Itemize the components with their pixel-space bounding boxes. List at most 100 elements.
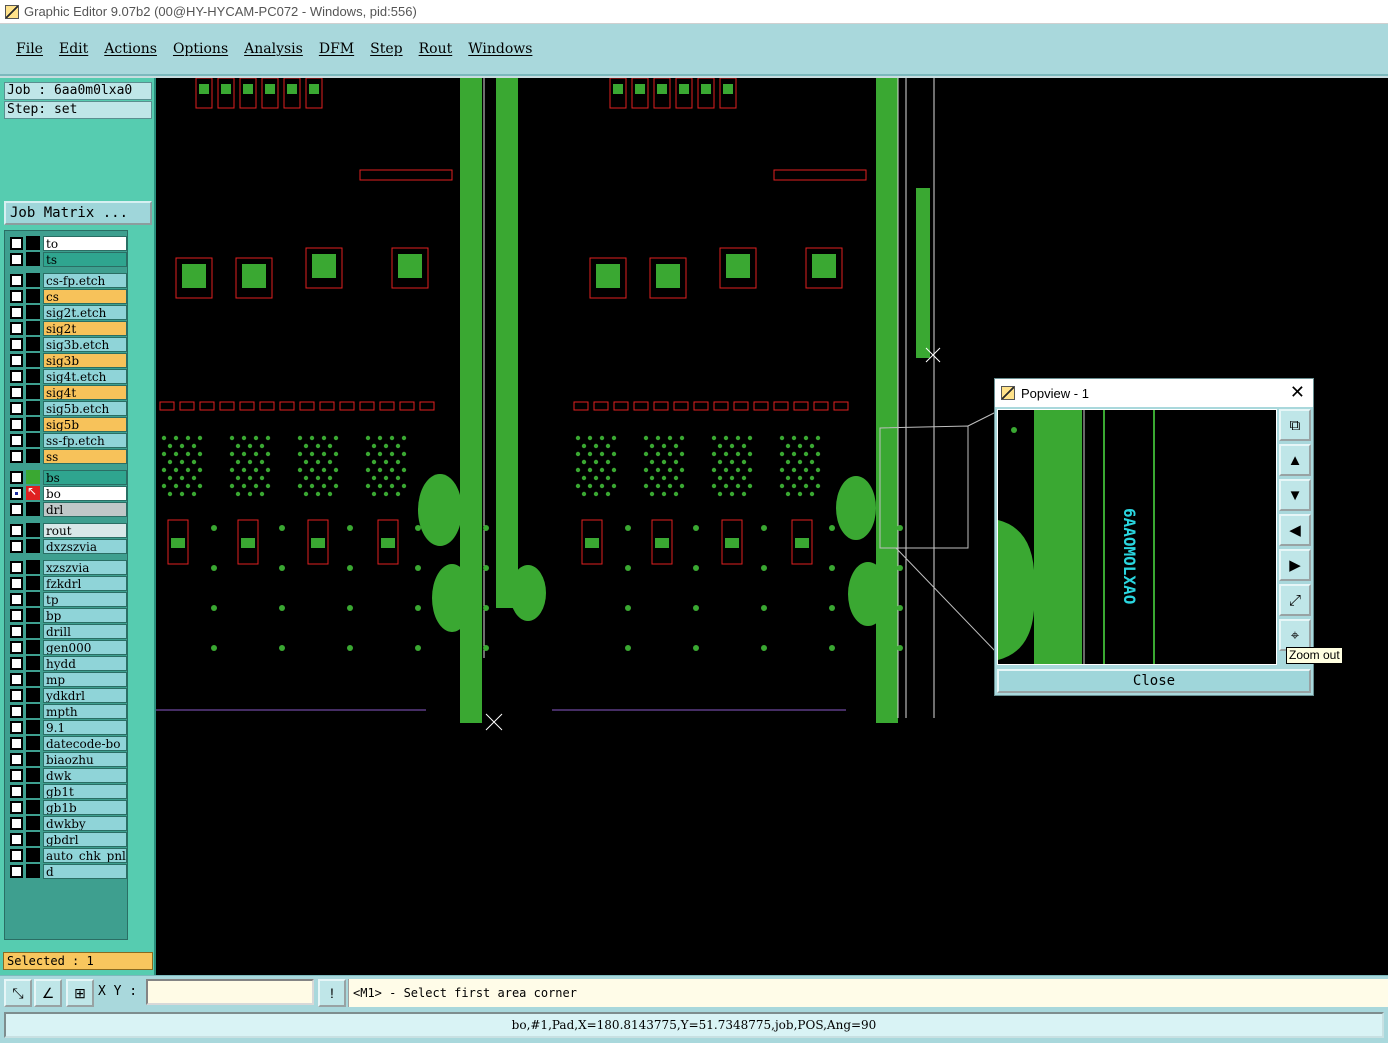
layer-checkbox[interactable] <box>10 656 23 670</box>
layer-checkbox[interactable] <box>10 848 23 862</box>
layer-row-gb1t[interactable]: gb1t <box>7 783 127 799</box>
menu-windows[interactable]: Windows <box>468 41 532 57</box>
layer-row-cs-fp-etch[interactable]: cs-fp.etch <box>7 272 127 288</box>
layer-name[interactable]: rout <box>43 522 127 538</box>
layer-checkbox[interactable] <box>10 539 23 553</box>
layer-checkbox[interactable] <box>10 252 23 266</box>
layer-name[interactable]: cs-fp.etch <box>43 272 127 288</box>
layer-row-to[interactable]: to <box>7 235 127 251</box>
layer-color-swatch[interactable] <box>26 576 40 590</box>
layer-color-swatch[interactable] <box>26 624 40 638</box>
layer-name[interactable]: sig5b.etch <box>43 400 127 416</box>
layer-row-bp[interactable]: bp <box>7 607 127 623</box>
layer-color-swatch[interactable] <box>26 672 40 686</box>
layer-row-auto-chk-pnl[interactable]: auto_chk_pnl <box>7 847 127 863</box>
popview-canvas[interactable]: 6AAOMOLXAO <box>997 409 1277 665</box>
layer-row-cs[interactable]: cs <box>7 288 127 304</box>
xy-input[interactable] <box>146 979 314 1005</box>
layer-checkbox[interactable] <box>10 688 23 702</box>
layer-checkbox[interactable] <box>10 720 23 734</box>
layer-color-swatch[interactable] <box>26 848 40 862</box>
pan-right-icon[interactable]: ▶ <box>1279 549 1311 581</box>
layer-checkbox[interactable] <box>10 401 23 415</box>
layer-color-swatch[interactable] <box>26 816 40 830</box>
layer-checkbox[interactable] <box>10 273 23 287</box>
layer-row-drl[interactable]: drl <box>7 501 127 517</box>
layer-checkbox[interactable] <box>10 486 23 500</box>
layer-checkbox[interactable] <box>10 816 23 830</box>
layer-checkbox[interactable] <box>10 752 23 766</box>
layer-name[interactable]: cs <box>43 288 127 304</box>
layer-color-swatch[interactable] <box>26 470 40 484</box>
layer-color-swatch[interactable] <box>26 401 40 415</box>
layer-name[interactable]: drl <box>43 501 127 517</box>
layer-name[interactable]: dxzszvia <box>43 538 127 554</box>
pan-down-icon[interactable]: ▼ <box>1279 479 1311 511</box>
layer-color-swatch[interactable] <box>26 417 40 431</box>
layer-name[interactable]: ss <box>43 448 127 464</box>
layer-checkbox[interactable] <box>10 305 23 319</box>
layer-color-swatch[interactable] <box>26 832 40 846</box>
layer-name[interactable]: sig5b <box>43 416 127 432</box>
layer-row-sig4t-etch[interactable]: sig4t.etch <box>7 368 127 384</box>
layer-checkbox[interactable] <box>10 704 23 718</box>
layer-name[interactable]: hydd <box>43 655 127 671</box>
layer-row-sig5b-etch[interactable]: sig5b.etch <box>7 400 127 416</box>
layer-checkbox[interactable] <box>10 449 23 463</box>
zoom-in-icon[interactable]: ⧉ <box>1279 409 1311 441</box>
layer-row-ss-fp-etch[interactable]: ss-fp.etch <box>7 432 127 448</box>
layer-row-sig2t-etch[interactable]: sig2t.etch <box>7 304 127 320</box>
layer-name[interactable]: bp <box>43 607 127 623</box>
layer-row-tp[interactable]: tp <box>7 591 127 607</box>
layer-name[interactable]: sig2t.etch <box>43 304 127 320</box>
layer-checkbox[interactable] <box>10 608 23 622</box>
layer-row-rout[interactable]: rout <box>7 522 127 538</box>
menu-analysis[interactable]: Analysis <box>244 41 303 57</box>
layer-color-swatch[interactable] <box>26 539 40 553</box>
edit-layer-icon[interactable] <box>26 484 40 500</box>
layer-checkbox[interactable] <box>10 736 23 750</box>
layer-row-biaozhu[interactable]: biaozhu <box>7 751 127 767</box>
layer-color-swatch[interactable] <box>26 321 40 335</box>
layer-row-xzszvia[interactable]: xzszvia <box>7 559 127 575</box>
layer-name[interactable]: fzkdrl <box>43 575 127 591</box>
layer-name[interactable]: sig2t <box>43 320 127 336</box>
layer-name[interactable]: gen000 <box>43 639 127 655</box>
popview-close-button[interactable]: Close <box>997 669 1311 693</box>
layer-color-swatch[interactable] <box>26 768 40 782</box>
layer-color-swatch[interactable] <box>26 592 40 606</box>
layer-row-gen000[interactable]: gen000 <box>7 639 127 655</box>
layer-checkbox[interactable] <box>10 470 23 484</box>
layer-row-drill[interactable]: drill <box>7 623 127 639</box>
layer-checkbox[interactable] <box>10 560 23 574</box>
layer-row-d[interactable]: d <box>7 863 127 879</box>
layer-color-swatch[interactable] <box>26 656 40 670</box>
layer-row-dwkby[interactable]: dwkby <box>7 815 127 831</box>
layer-name[interactable]: sig3b.etch <box>43 336 127 352</box>
layer-checkbox[interactable] <box>10 576 23 590</box>
layer-row-9-1[interactable]: 9.1 <box>7 719 127 735</box>
layer-checkbox[interactable] <box>10 864 23 878</box>
layer-row-mpth[interactable]: mpth <box>7 703 127 719</box>
layer-color-swatch[interactable] <box>26 560 40 574</box>
menu-actions[interactable]: Actions <box>104 41 157 57</box>
layer-name[interactable]: auto_chk_pnl <box>43 847 127 863</box>
menu-file[interactable]: File <box>16 41 43 57</box>
layer-checkbox[interactable] <box>10 321 23 335</box>
layer-checkbox[interactable] <box>10 353 23 367</box>
layer-row-sig4t[interactable]: sig4t <box>7 384 127 400</box>
layer-checkbox[interactable] <box>10 433 23 447</box>
layer-row-ss[interactable]: ss <box>7 448 127 464</box>
layer-checkbox[interactable] <box>10 369 23 383</box>
pan-left-icon[interactable]: ◀ <box>1279 514 1311 546</box>
layer-color-swatch[interactable] <box>26 608 40 622</box>
layer-row-sig3b-etch[interactable]: sig3b.etch <box>7 336 127 352</box>
menu-edit[interactable]: Edit <box>59 41 88 57</box>
pan-up-icon[interactable]: ▲ <box>1279 444 1311 476</box>
menu-rout[interactable]: Rout <box>419 41 453 57</box>
layer-row-mp[interactable]: mp <box>7 671 127 687</box>
layer-name[interactable]: dwk <box>43 767 127 783</box>
layer-row-ts[interactable]: ts <box>7 251 127 267</box>
layer-row-ydkdrl[interactable]: ydkdrl <box>7 687 127 703</box>
layer-color-swatch[interactable] <box>26 736 40 750</box>
